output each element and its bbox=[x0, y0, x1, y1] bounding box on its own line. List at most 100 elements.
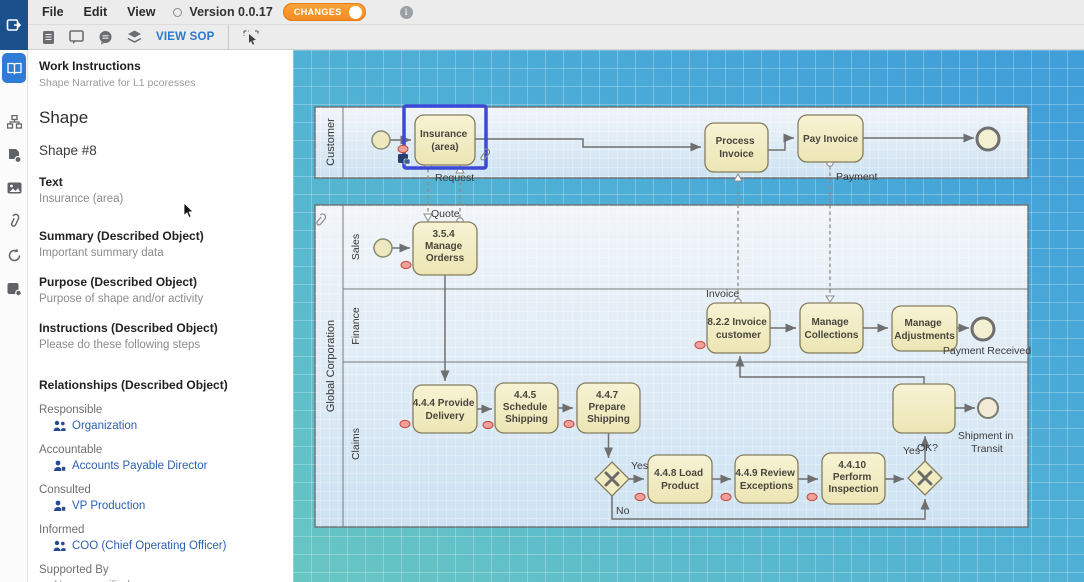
app-logo-tile[interactable] bbox=[0, 0, 28, 50]
task-manage-orders[interactable]: 3.5.4 Manage Orderss bbox=[413, 222, 477, 275]
label-yes1: Yes bbox=[631, 460, 648, 472]
label-no1: No bbox=[616, 505, 630, 517]
role-consulted: Consulted bbox=[39, 484, 281, 496]
annotation-dot[interactable] bbox=[564, 420, 574, 427]
start-event-sales[interactable] bbox=[374, 239, 392, 257]
app-window: File Edit View Version 0.0.17 CHANGES i bbox=[0, 0, 1084, 582]
task-insurance[interactable]: Insurance (area) bbox=[415, 115, 475, 165]
task-label-line: Process bbox=[716, 136, 755, 147]
annotation-dot[interactable] bbox=[721, 493, 731, 500]
instructions-value: Please do these following steps bbox=[39, 339, 281, 351]
label-payment: Payment bbox=[836, 171, 878, 183]
task-pay-invoice[interactable]: Pay Invoice bbox=[798, 115, 863, 162]
task-prepare-shipping[interactable]: 4.4.7 Prepare Shipping bbox=[577, 383, 640, 433]
sidebar-item-hierarchy[interactable] bbox=[7, 115, 22, 129]
task-label-line: Shipping bbox=[587, 414, 630, 425]
panel-subtitle: Shape Narrative for L1 pcoresses bbox=[39, 77, 281, 89]
sidebar-item-work-instructions[interactable] bbox=[2, 53, 26, 83]
refresh-gear-icon bbox=[7, 248, 22, 263]
task-unnamed[interactable] bbox=[893, 384, 955, 433]
notes-tool-button[interactable] bbox=[42, 30, 55, 45]
annotation-dot[interactable] bbox=[398, 145, 408, 152]
task-invoice-customer[interactable]: 8.2.2 Invoice customer bbox=[707, 303, 770, 353]
event-shipment-in-transit[interactable] bbox=[978, 398, 998, 418]
task-label-line: Product bbox=[661, 481, 699, 492]
view-sop-button[interactable]: VIEW SOP bbox=[156, 31, 214, 43]
label-line: Transit bbox=[971, 443, 1003, 455]
label-line: Shipment in bbox=[958, 430, 1014, 442]
link-accounts-payable-director[interactable]: Accounts Payable Director bbox=[53, 460, 281, 472]
task-perform-inspection[interactable]: 4.4.10 Perform Inspection bbox=[822, 453, 885, 504]
annotation-dot[interactable] bbox=[635, 493, 645, 500]
task-schedule-shipping[interactable]: 4.4.5 Schedule Shipping bbox=[495, 383, 558, 433]
lane-finance-label: Finance bbox=[350, 307, 362, 345]
sidebar-item-links[interactable] bbox=[8, 213, 20, 229]
diagram-canvas[interactable]: Customer Global Corporation Sales Financ… bbox=[293, 50, 1084, 582]
end-event-payment-received[interactable] bbox=[972, 318, 994, 340]
task-process-invoice[interactable]: Process Invoice bbox=[705, 123, 768, 172]
sidebar-item-media[interactable] bbox=[7, 182, 22, 194]
sidebar-item-document-settings[interactable] bbox=[7, 148, 22, 163]
task-label-line: 4.4.7 bbox=[596, 390, 619, 401]
task-review-exceptions[interactable]: 4.4.9 Review Exceptions bbox=[735, 455, 798, 503]
link-vp-production[interactable]: VP Production bbox=[53, 500, 281, 512]
link-coo[interactable]: COO (Chief Operating Officer) bbox=[53, 540, 281, 552]
link-organization[interactable]: Organization bbox=[53, 420, 281, 432]
task-label-line: 4.4.10 bbox=[838, 460, 866, 471]
start-event-customer[interactable] bbox=[372, 131, 390, 149]
menubar: File Edit View Version 0.0.17 CHANGES i bbox=[28, 0, 1084, 25]
version-status-icon bbox=[173, 8, 182, 17]
puzzle-gear-icon bbox=[7, 282, 22, 296]
annotation-dot[interactable] bbox=[401, 261, 411, 268]
task-label-line: Manage bbox=[904, 318, 942, 329]
layers-tool-button[interactable] bbox=[127, 30, 142, 44]
comment-tool-button[interactable] bbox=[69, 30, 84, 44]
task-load-product[interactable]: 4.4.8 Load Product bbox=[648, 455, 712, 503]
select-tool-button[interactable] bbox=[243, 30, 259, 45]
task-label-line: Insurance bbox=[420, 129, 468, 140]
annotation-dot[interactable] bbox=[483, 421, 493, 428]
task-label-line: Schedule bbox=[503, 402, 548, 413]
task-provide-delivery[interactable]: 4.4.4 Provide Delivery bbox=[413, 385, 477, 433]
person-badge-icon bbox=[53, 500, 66, 512]
toolbar-divider bbox=[228, 25, 229, 50]
annotation-dot[interactable] bbox=[400, 420, 410, 427]
sidebar-item-history[interactable] bbox=[7, 248, 22, 263]
chat-tool-button[interactable] bbox=[98, 30, 113, 45]
version-label: Version 0.0.17 bbox=[189, 5, 272, 19]
select-cursor-icon bbox=[243, 30, 259, 45]
info-icon[interactable]: i bbox=[400, 6, 413, 19]
menu-edit[interactable]: Edit bbox=[74, 5, 118, 19]
label-invoice: Invoice bbox=[706, 288, 739, 300]
summary-label: Summary (Described Object) bbox=[39, 229, 281, 243]
task-label-line: Delivery bbox=[426, 411, 465, 422]
work-instructions-panel: Work Instructions Shape Narrative for L1… bbox=[28, 50, 293, 582]
instructions-label: Instructions (Described Object) bbox=[39, 321, 281, 335]
task-label-line: Manage bbox=[811, 317, 849, 328]
annotation-dot[interactable] bbox=[807, 493, 817, 500]
changes-toggle[interactable]: CHANGES bbox=[283, 3, 366, 21]
person-badge-icon bbox=[53, 460, 66, 472]
label-request: Request bbox=[435, 172, 474, 184]
coo-link-text: COO (Chief Operating Officer) bbox=[72, 540, 226, 552]
menu-file[interactable]: File bbox=[28, 5, 74, 19]
annotation-dot[interactable] bbox=[695, 341, 705, 348]
image-card-icon bbox=[7, 182, 22, 194]
organization-icon bbox=[53, 540, 66, 552]
role-informed: Informed bbox=[39, 524, 281, 536]
accounts-payable-director-link-text: Accounts Payable Director bbox=[72, 460, 208, 472]
version-indicator[interactable]: Version 0.0.17 bbox=[173, 5, 272, 19]
role-accountable: Accountable bbox=[39, 444, 281, 456]
changes-label: CHANGES bbox=[294, 7, 342, 17]
organization-link-text: Organization bbox=[72, 420, 137, 432]
role-supported-by: Supported By bbox=[39, 564, 281, 576]
shape-heading: Shape bbox=[39, 108, 281, 128]
end-event-customer[interactable] bbox=[977, 128, 999, 150]
document-gear-icon bbox=[7, 148, 22, 163]
task-label-line: 4.4.5 bbox=[514, 390, 537, 401]
comment-icon bbox=[69, 30, 84, 44]
task-label-line: Prepare bbox=[588, 402, 626, 413]
menu-view[interactable]: View bbox=[117, 5, 165, 19]
sidebar-item-components[interactable] bbox=[7, 282, 22, 296]
task-manage-collections[interactable]: Manage Collections bbox=[800, 303, 863, 353]
